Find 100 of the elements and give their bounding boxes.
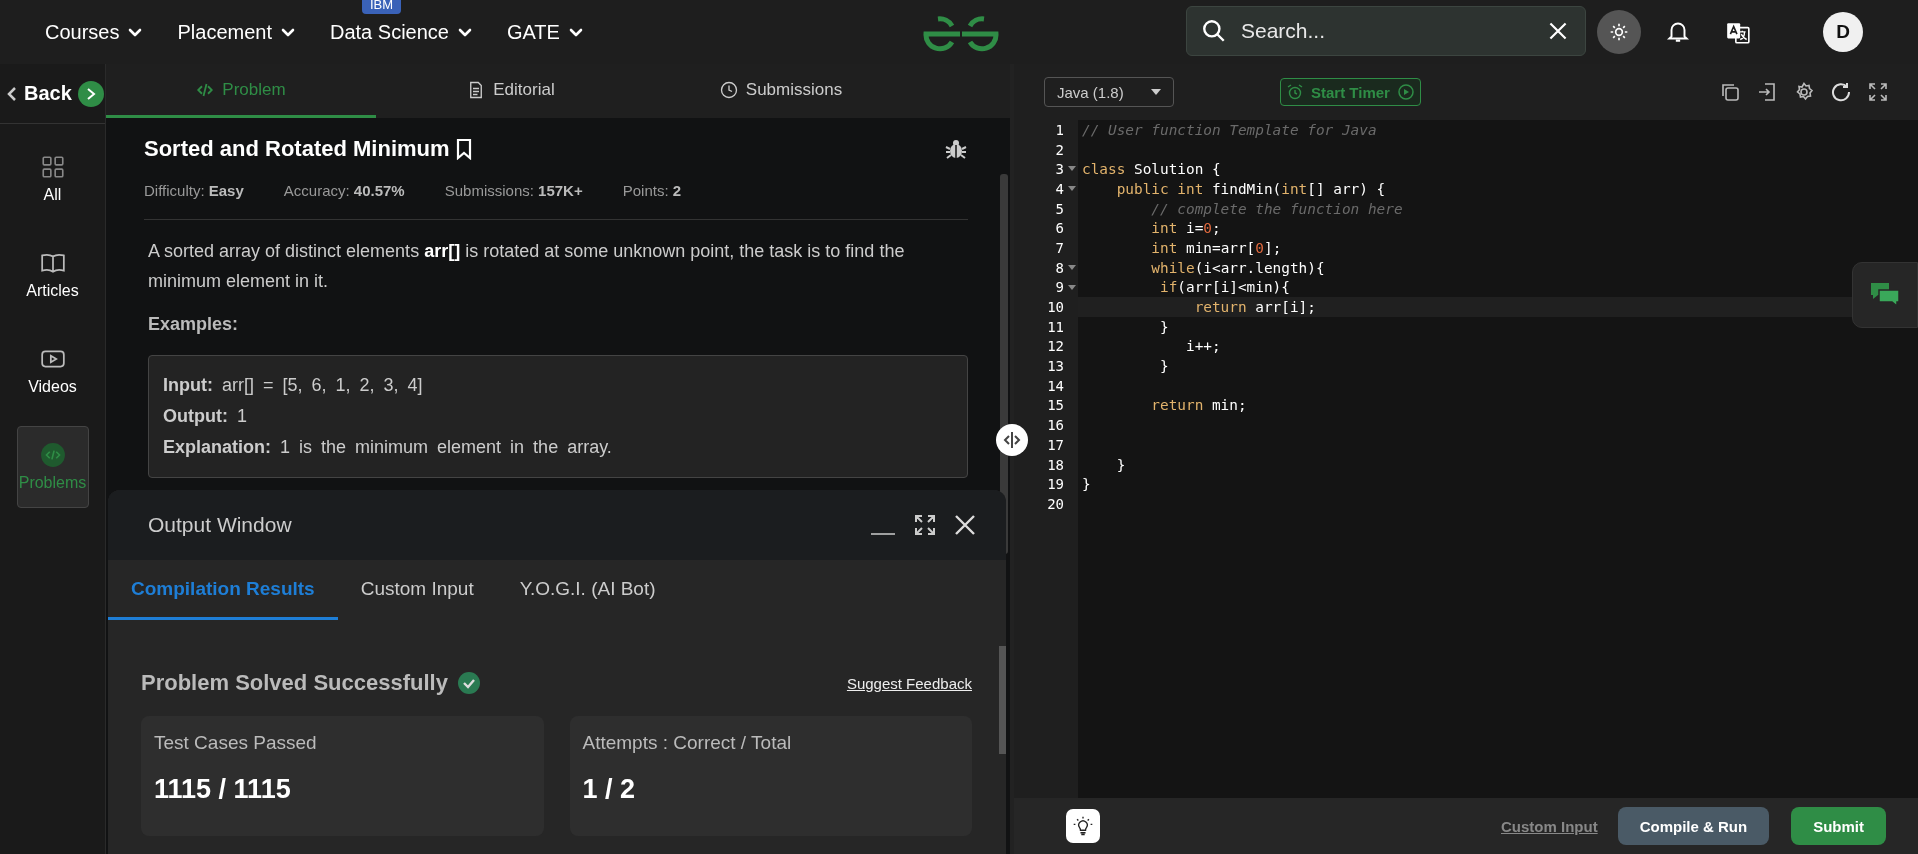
nav-menu[interactable]: Placement: [177, 20, 298, 44]
line-number: 4: [1055, 180, 1064, 197]
fold-arrow-icon[interactable]: [1068, 264, 1076, 270]
problem-stat: Accuracy: 40.57%: [283, 182, 405, 199]
submit-button[interactable]: Submit: [1791, 807, 1886, 845]
problem-tab[interactable]: Submissions: [646, 64, 916, 118]
clock-icon: [719, 80, 738, 99]
nav-menu[interactable]: Courses: [45, 20, 146, 44]
copy-icon[interactable]: [1720, 82, 1740, 102]
problem-description: A sorted array of distinct elements arr[] is rotated at some unknown point, the task is to find the minimum element in it.: [148, 240, 906, 293]
nav-badge: IBM: [362, 0, 402, 14]
line-number: 12: [1047, 338, 1064, 355]
line-number: 5: [1055, 200, 1064, 217]
custom-input-link[interactable]: Custom Input: [1501, 817, 1598, 835]
scrollbar[interactable]: [999, 646, 1006, 754]
nav-menu[interactable]: GATE: [506, 20, 586, 44]
line-number: 14: [1047, 377, 1064, 394]
output-tab[interactable]: Custom Input: [337, 560, 497, 620]
code-line: return arr[i];: [1193, 299, 1316, 316]
example-line: Input: arr[] = [5, 6, 1, 2, 3, 4]: [163, 374, 424, 397]
search-bar[interactable]: Search...: [1186, 6, 1586, 56]
compile-run-button[interactable]: Compile & Run: [1617, 807, 1770, 845]
line-number: 10: [1047, 299, 1064, 316]
sidebar-item[interactable]: Videos: [16, 330, 89, 412]
output-tab[interactable]: Y.O.G.I. (AI Bot): [496, 560, 679, 620]
problem-stat: Difficulty: Easy: [144, 182, 244, 199]
bug-icon[interactable]: [944, 137, 968, 161]
sidebar-item[interactable]: All: [16, 138, 89, 220]
code-line: }: [1115, 456, 1126, 473]
code-line: // complete the function here: [1150, 200, 1403, 217]
output-window-title: Output Window: [148, 513, 293, 537]
line-number: 9: [1055, 279, 1064, 296]
problem-tab[interactable]: Editorial: [376, 64, 646, 118]
expand-button[interactable]: [78, 81, 104, 107]
code-line: return min;: [1150, 397, 1247, 414]
hint-button[interactable]: [1066, 809, 1100, 843]
line-number: 18: [1047, 456, 1064, 473]
sidebar-item[interactable]: Articles: [16, 234, 89, 316]
line-number: 8: [1055, 259, 1064, 276]
caret-icon: [1151, 89, 1161, 95]
code-line: if(arr[i]<min){: [1158, 279, 1290, 296]
problem-title: Sorted and Rotated Minimum: [144, 136, 450, 162]
line-number: 16: [1047, 417, 1064, 434]
translate-icon[interactable]: [1725, 20, 1751, 46]
code-line: class Solution {: [1082, 161, 1221, 178]
chevron-left-icon: [6, 85, 18, 102]
line-number: 7: [1055, 239, 1064, 256]
alarm-clock-icon: [1287, 84, 1303, 100]
start-timer-button[interactable]: Start Timer: [1280, 78, 1421, 106]
line-number: 2: [1055, 141, 1064, 158]
close-icon[interactable]: [954, 514, 976, 536]
card-value: 1 / 2: [582, 774, 637, 805]
code-line: while(i<arr.length){: [1150, 259, 1325, 276]
check-circle-icon: [457, 672, 480, 694]
feedback-link[interactable]: Suggest Feedback: [846, 674, 972, 692]
user-avatar[interactable]: D: [1823, 12, 1863, 52]
card-label: Test Cases Passed: [154, 732, 318, 754]
fold-arrow-icon[interactable]: [1068, 284, 1076, 290]
code-line: }: [1158, 318, 1169, 335]
back-button[interactable]: Back: [0, 64, 105, 124]
reset-icon[interactable]: [1831, 82, 1851, 102]
import-icon[interactable]: [1757, 82, 1777, 102]
line-number: 19: [1047, 476, 1064, 493]
settings-icon[interactable]: [1794, 82, 1814, 102]
line-number: 6: [1055, 220, 1064, 237]
result-status: Problem Solved Successfully: [141, 670, 448, 696]
card-label: Attempts : Correct / Total: [582, 732, 793, 754]
grid-icon: [39, 154, 66, 180]
fullscreen-icon[interactable]: [1868, 82, 1888, 102]
code-line: }: [1158, 358, 1169, 375]
language-select[interactable]: Java (1.8): [1044, 77, 1174, 107]
line-number: 1: [1055, 121, 1064, 138]
problem-stat: Submissions: 157K+: [444, 182, 583, 199]
code-line: }: [1082, 476, 1091, 493]
examples-heading: Examples:: [148, 314, 240, 335]
output-tab[interactable]: Compilation Results: [108, 560, 338, 620]
search-field[interactable]: Search...: [1239, 18, 1533, 44]
code-icon: [39, 442, 66, 468]
resize-handle[interactable]: [996, 424, 1028, 456]
line-number: 13: [1047, 358, 1064, 375]
example-line: Output: 1: [163, 405, 248, 428]
code-line: // User function Template for Java: [1082, 121, 1377, 138]
problem-stat: Points: 2: [622, 182, 682, 199]
expand-icon[interactable]: [914, 514, 936, 536]
code-line: int i=0;: [1150, 220, 1221, 237]
line-number: 11: [1047, 318, 1064, 335]
line-number: 15: [1047, 397, 1064, 414]
nav-menu[interactable]: Data Science: [330, 20, 475, 44]
problem-tab[interactable]: Problem: [106, 64, 376, 118]
theme-toggle[interactable]: [1597, 10, 1641, 54]
fold-arrow-icon[interactable]: [1068, 186, 1076, 192]
line-number: 17: [1047, 436, 1064, 453]
line-number: 20: [1047, 495, 1064, 512]
search-icon: [1201, 18, 1227, 44]
fold-arrow-icon[interactable]: [1068, 166, 1076, 172]
chat-button[interactable]: [1852, 262, 1918, 328]
sun-icon: [1609, 22, 1629, 42]
code-line: int min=arr[0];: [1150, 239, 1282, 256]
example-line: Explanation: 1 is the minimum element in the array.: [163, 436, 613, 459]
code-line: public int findMin(int[] arr) {: [1115, 180, 1386, 197]
